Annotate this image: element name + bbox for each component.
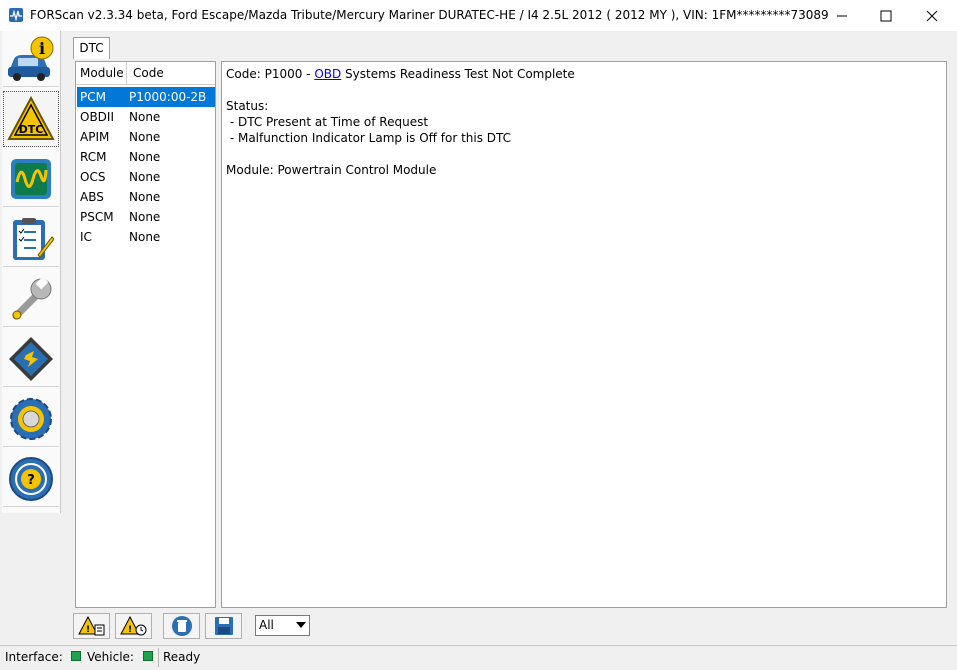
status-line-2: - Malfunction Indicator Lamp is Off for … bbox=[226, 131, 512, 145]
module-row-abs[interactable]: ABS None bbox=[77, 187, 215, 207]
module-code: None bbox=[129, 190, 161, 204]
close-button[interactable] bbox=[909, 0, 955, 31]
dtc-warning-icon: DTC bbox=[7, 95, 55, 140]
dtc-filter-value: All bbox=[259, 618, 274, 632]
dtc-code-prefix: Code: P1000 - bbox=[226, 67, 315, 81]
module-row-ocs[interactable]: OCS None bbox=[77, 167, 215, 187]
module-code: None bbox=[129, 110, 161, 124]
column-header-code[interactable]: Code bbox=[128, 62, 164, 84]
module-name: APIM bbox=[80, 130, 110, 144]
trash-icon bbox=[171, 616, 192, 636]
sidebar-item-service[interactable] bbox=[3, 271, 59, 327]
module-name: PCM bbox=[80, 90, 106, 104]
module-code: None bbox=[129, 210, 161, 224]
module-row-pscm[interactable]: PSCM None bbox=[77, 207, 215, 227]
status-line-1: - DTC Present at Time of Request bbox=[226, 115, 429, 129]
module-name: OBDII bbox=[80, 110, 114, 124]
gear-icon bbox=[10, 397, 52, 440]
dtc-filter-select[interactable]: All bbox=[255, 615, 310, 636]
svg-text:i: i bbox=[39, 39, 45, 58]
sidebar-item-checklist[interactable] bbox=[3, 211, 59, 267]
warning-clock-icon: ! bbox=[119, 616, 146, 636]
module-row-ic[interactable]: IC None bbox=[77, 227, 215, 247]
module-code: None bbox=[129, 130, 161, 144]
forscan-app-icon bbox=[9, 8, 23, 22]
module-list-header: Module Code bbox=[76, 62, 215, 85]
vehicle-label: Vehicle: bbox=[87, 650, 134, 664]
module-code: None bbox=[129, 150, 161, 164]
vehicle-status-led-icon bbox=[143, 651, 153, 661]
dtc-code-line: Code: P1000 - OBD Systems Readiness Test… bbox=[226, 66, 942, 82]
svg-text:!: ! bbox=[85, 625, 89, 635]
checklist-icon bbox=[13, 217, 54, 260]
module-list: Module Code PCM P1000:00-2B OBDII None A… bbox=[75, 61, 216, 608]
wrench-icon bbox=[12, 276, 52, 319]
module-row-pcm[interactable]: PCM P1000:00-2B bbox=[77, 87, 215, 107]
module-description: Module: Powertrain Control Module bbox=[226, 163, 437, 177]
sidebar-item-oscilloscope[interactable] bbox=[3, 151, 59, 207]
module-name: OCS bbox=[80, 170, 106, 184]
sidebar-item-vehicle-info[interactable]: i bbox=[3, 31, 59, 87]
column-header-module[interactable]: Module bbox=[76, 62, 127, 84]
status-text: Ready bbox=[163, 650, 201, 664]
status-divider bbox=[158, 648, 159, 667]
dtc-detail-panel: Code: P1000 - OBD Systems Readiness Test… bbox=[221, 61, 947, 608]
sidebar-item-settings[interactable] bbox=[3, 391, 59, 447]
status-bar: Interface: Vehicle: Ready bbox=[0, 645, 957, 670]
window-title: FORScan v2.3.34 beta, Ford Escape/Mazda … bbox=[30, 8, 829, 22]
chip-config-icon bbox=[9, 336, 53, 381]
read-dtc-button[interactable]: ! bbox=[73, 613, 110, 639]
dtc-code-description: Systems Readiness Test Not Complete bbox=[341, 67, 575, 81]
sidebar: i DTC ? bbox=[2, 31, 61, 513]
sidebar-item-help[interactable]: ? bbox=[3, 451, 59, 507]
clear-dtc-button[interactable] bbox=[163, 613, 200, 639]
module-row-rcm[interactable]: RCM None bbox=[77, 147, 215, 167]
status-label: Status: bbox=[226, 99, 269, 113]
save-button[interactable] bbox=[205, 613, 242, 639]
oscilloscope-icon bbox=[11, 158, 51, 199]
module-code: P1000:00-2B bbox=[129, 90, 207, 104]
chevron-down-icon bbox=[296, 622, 306, 628]
title-bar: FORScan v2.3.34 beta, Ford Escape/Mazda … bbox=[0, 0, 957, 31]
module-name: PSCM bbox=[80, 210, 114, 224]
steering-wheel-help-icon: ? bbox=[9, 456, 53, 501]
module-row-obdii[interactable]: OBDII None bbox=[77, 107, 215, 127]
obd-link[interactable]: OBD bbox=[314, 67, 341, 81]
maximize-button[interactable] bbox=[863, 0, 909, 31]
tab-dtc[interactable]: DTC bbox=[73, 37, 110, 59]
warning-list-icon: ! bbox=[77, 616, 104, 636]
freeze-frame-button[interactable]: ! bbox=[115, 613, 152, 639]
module-name: ABS bbox=[80, 190, 104, 204]
module-row-apim[interactable]: APIM None bbox=[77, 127, 215, 147]
svg-text:DTC: DTC bbox=[19, 123, 44, 136]
sidebar-item-configuration[interactable] bbox=[3, 331, 59, 387]
module-code: None bbox=[129, 230, 161, 244]
module-name: IC bbox=[80, 230, 92, 244]
module-name: RCM bbox=[80, 150, 107, 164]
interface-label: Interface: bbox=[5, 650, 63, 664]
sidebar-item-dtc[interactable]: DTC bbox=[3, 91, 59, 147]
module-code: None bbox=[129, 170, 161, 184]
svg-text:?: ? bbox=[27, 473, 35, 488]
interface-status-led-icon bbox=[71, 651, 81, 661]
svg-text:!: ! bbox=[127, 625, 131, 635]
car-info-icon: i bbox=[8, 36, 54, 81]
save-disk-icon bbox=[214, 617, 233, 635]
minimize-button[interactable] bbox=[819, 0, 865, 31]
